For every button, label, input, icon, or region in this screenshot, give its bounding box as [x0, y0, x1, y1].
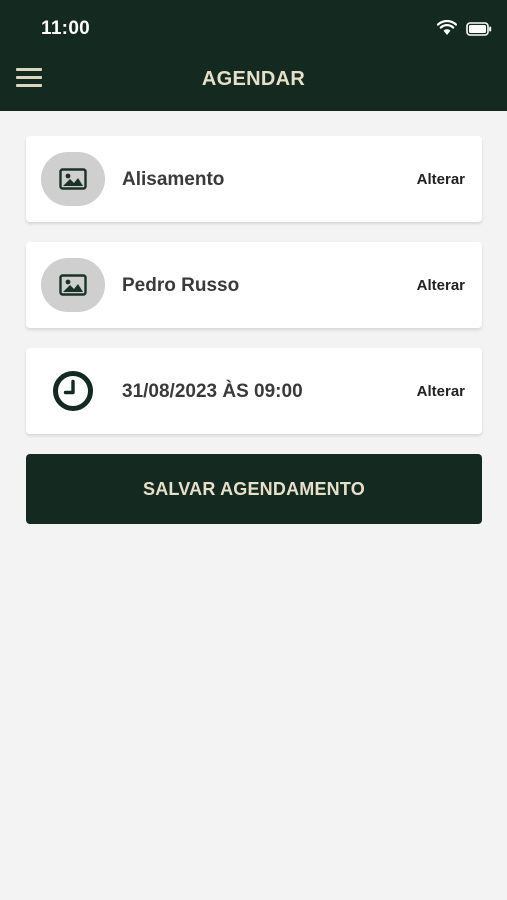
professional-avatar: [41, 258, 105, 312]
app-header: 11:00 AGENDAR: [0, 0, 507, 111]
datetime-label: 31/08/2023 ÀS 09:00: [122, 381, 303, 402]
wifi-icon: [437, 20, 457, 35]
image-placeholder-icon: [59, 274, 87, 296]
page-title: AGENDAR: [201, 68, 306, 90]
professional-card: Pedro Russo Alterar: [26, 242, 482, 328]
change-datetime-link[interactable]: Alterar: [417, 383, 465, 400]
change-service-link[interactable]: Alterar: [417, 171, 465, 188]
battery-icon: [466, 22, 492, 36]
save-appointment-button[interactable]: SALVAR AGENDAMENTO: [26, 454, 482, 524]
clock-icon: [53, 371, 93, 411]
service-avatar: [41, 152, 105, 206]
status-time: 11:00: [41, 18, 91, 39]
datetime-card: 31/08/2023 ÀS 09:00 Alterar: [26, 348, 482, 434]
change-professional-link[interactable]: Alterar: [417, 277, 465, 294]
service-label: Alisamento: [122, 169, 225, 190]
professional-label: Pedro Russo: [122, 275, 240, 296]
image-placeholder-icon: [59, 168, 87, 190]
service-card: Alisamento Alterar: [26, 136, 482, 222]
